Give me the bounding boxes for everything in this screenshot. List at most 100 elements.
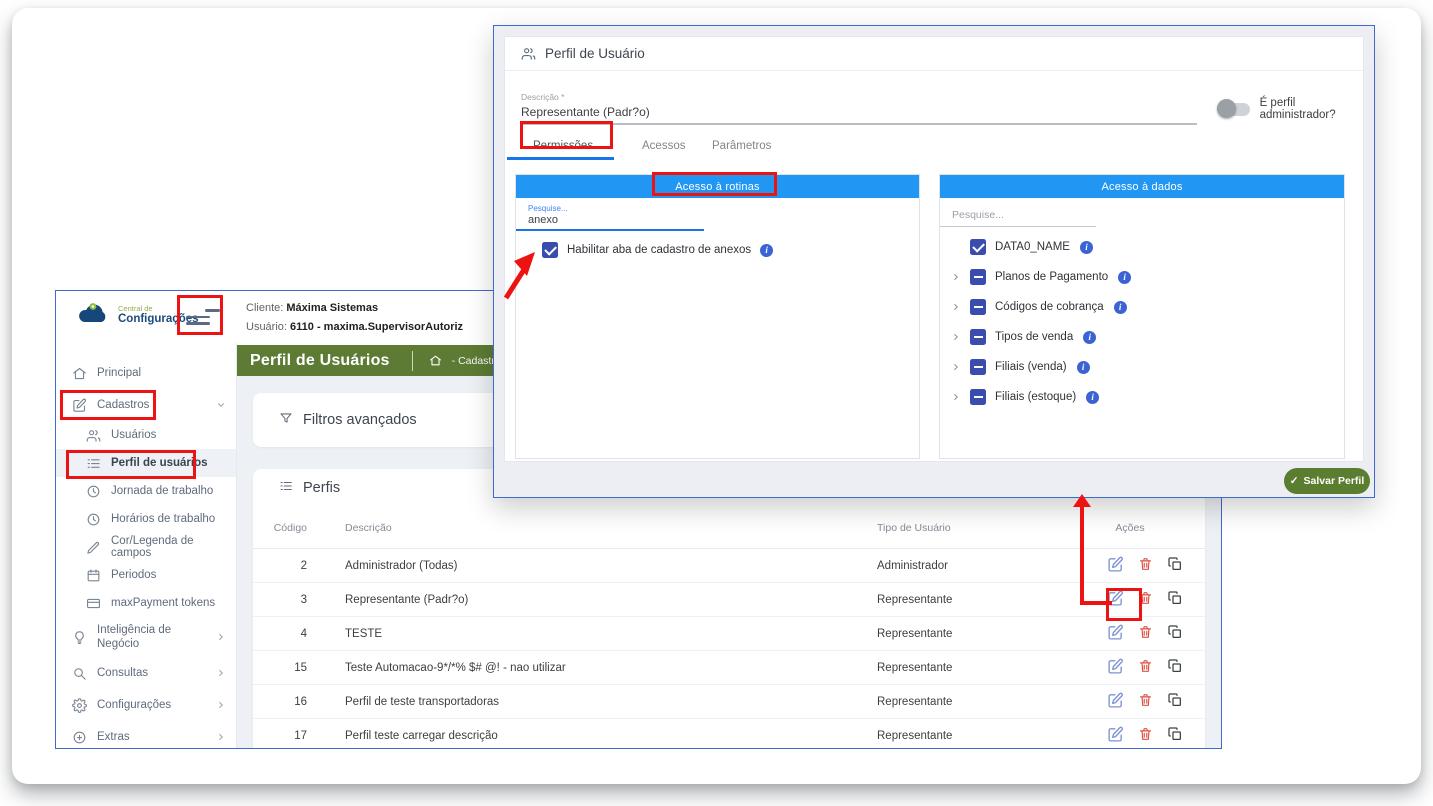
edit-button[interactable] xyxy=(1107,590,1124,610)
edit-button[interactable] xyxy=(1107,658,1124,678)
sidebar-item-jornada-de-trabalho[interactable]: Jornada de trabalho xyxy=(56,477,236,505)
list-icon xyxy=(279,479,293,497)
tree-checkbox[interactable] xyxy=(970,329,986,345)
routine-checkbox[interactable] xyxy=(542,242,558,258)
info-icon[interactable]: i xyxy=(1113,300,1127,314)
cell-codigo: 3 xyxy=(300,593,307,606)
copy-button[interactable] xyxy=(1167,624,1183,643)
edit-button[interactable] xyxy=(1107,624,1124,644)
clock-icon xyxy=(86,512,101,527)
copy-button[interactable] xyxy=(1167,590,1183,609)
delete-button[interactable] xyxy=(1138,556,1153,575)
description-input[interactable]: Representante (Padr?o) xyxy=(521,105,650,119)
tree-item-filiais-estoque[interactable]: Filiais (estoque) i xyxy=(948,382,1336,412)
tree-item-codigos-de-cobranca[interactable]: Códigos de cobrança i xyxy=(948,292,1336,322)
save-profile-label: Salvar Perfil xyxy=(1303,475,1365,487)
sidebar-item-horarios-de-trabalho[interactable]: Horários de trabalho xyxy=(56,505,236,533)
routines-search-input[interactable]: anexo xyxy=(528,214,558,226)
delete-button[interactable] xyxy=(1138,726,1153,745)
chevron-right-icon[interactable] xyxy=(948,302,964,312)
tree-checkbox[interactable] xyxy=(970,269,986,285)
edit-icon xyxy=(1107,624,1124,644)
table-header: Código Descrição Tipo de Usuário Ações xyxy=(253,507,1205,549)
tab-acessos[interactable]: Acessos xyxy=(642,133,685,159)
edit-button[interactable] xyxy=(1107,692,1124,712)
app-logo: Central de Configurações xyxy=(76,300,199,331)
edit-button[interactable] xyxy=(1107,556,1124,576)
sidebar-item-label: Periodos xyxy=(111,569,157,581)
info-icon[interactable]: i xyxy=(1079,240,1093,254)
cell-tipo: Representante xyxy=(877,661,953,674)
modal-tabs: Permissões Acessos Parâmetros xyxy=(505,133,1363,159)
client-value: Máxima Sistemas xyxy=(286,302,379,314)
cell-acoes xyxy=(1055,590,1205,610)
data-search-input[interactable]: Pesquise... xyxy=(952,209,1004,221)
col-codigo: Código xyxy=(273,521,307,534)
sidebar-item-configuracoes[interactable]: Configurações xyxy=(56,689,236,721)
clock-icon xyxy=(86,484,101,499)
trash-icon xyxy=(1138,726,1153,745)
chevron-right-icon[interactable] xyxy=(948,332,964,342)
chevron-right-icon[interactable] xyxy=(948,362,964,372)
cell-acoes xyxy=(1055,624,1205,644)
copy-button[interactable] xyxy=(1167,726,1183,745)
sidebar-item-label: Perfil de usuários xyxy=(111,457,208,469)
copy-button[interactable] xyxy=(1167,556,1183,575)
tree-checkbox[interactable] xyxy=(970,299,986,315)
tab-permissoes[interactable]: Permissões xyxy=(533,133,593,159)
chevron-right-icon[interactable] xyxy=(948,272,964,282)
sidebar-item-inteligencia-de-negocio[interactable]: Inteligência de Negócio xyxy=(56,617,236,657)
home-icon[interactable] xyxy=(429,354,442,367)
sidebar-item-cadastros[interactable]: Cadastros xyxy=(56,389,236,421)
tree-item-data0-name[interactable]: DATA0_NAME i xyxy=(948,232,1336,262)
sidebar-item-maxpayment-tokens[interactable]: maxPayment tokens xyxy=(56,589,236,617)
table-row-16: 16 Perfil de teste transportadoras Represe… xyxy=(253,685,1205,719)
profiles-title: Perfis xyxy=(303,480,341,496)
toggle-track[interactable] xyxy=(1217,99,1250,118)
table-row-17: 17 Perfil teste carregar descrição Represe… xyxy=(253,719,1205,748)
tree-item-tipos-de-venda[interactable]: Tipos de venda i xyxy=(948,322,1336,352)
bulb-icon xyxy=(72,630,87,645)
tab-parametros[interactable]: Parâmetros xyxy=(712,133,771,159)
info-icon[interactable]: i xyxy=(1076,360,1090,374)
profile-modal-card: Perfil de Usuário Descrição * Representa… xyxy=(504,36,1364,462)
info-icon[interactable]: i xyxy=(1083,330,1097,344)
delete-button[interactable] xyxy=(1138,624,1153,643)
save-profile-button[interactable]: ✓ Salvar Perfil xyxy=(1284,468,1370,494)
copy-icon xyxy=(1167,624,1183,643)
edit-icon xyxy=(1107,658,1124,678)
sidebar-item-consultas[interactable]: Consultas xyxy=(56,657,236,689)
delete-button[interactable] xyxy=(1138,590,1153,609)
modal-title-row: Perfil de Usuário xyxy=(505,37,1363,71)
admin-toggle-label: É perfil administrador? xyxy=(1259,97,1336,121)
copy-button[interactable] xyxy=(1167,658,1183,677)
cell-codigo: 17 xyxy=(294,729,307,742)
info-icon[interactable]: i xyxy=(760,243,774,257)
tree-checkbox[interactable] xyxy=(970,239,986,255)
sidebar-item-usuarios[interactable]: Usuários xyxy=(56,421,236,449)
delete-button[interactable] xyxy=(1138,658,1153,677)
copy-icon xyxy=(1167,590,1183,609)
sidebar-item-perfil-de-usuarios[interactable]: Perfil de usuários xyxy=(56,449,236,477)
routine-label: Habilitar aba de cadastro de anexos xyxy=(567,244,752,256)
sidebar-item-cor-legenda-de-campos[interactable]: Cor/Legenda de campos xyxy=(56,533,236,561)
cell-tipo: Representante xyxy=(877,593,953,606)
edit-button[interactable] xyxy=(1107,726,1124,746)
admin-toggle[interactable]: É perfil administrador? xyxy=(1217,97,1363,121)
tree-checkbox[interactable] xyxy=(970,359,986,375)
copy-button[interactable] xyxy=(1167,692,1183,711)
delete-button[interactable] xyxy=(1138,692,1153,711)
sidebar-item-periodos[interactable]: Periodos xyxy=(56,561,236,589)
chevron-right-icon[interactable] xyxy=(948,392,964,402)
funnel-icon xyxy=(279,411,293,429)
tree-item-filiais-venda[interactable]: Filiais (venda) i xyxy=(948,352,1336,382)
tree-checkbox[interactable] xyxy=(970,389,986,405)
menu-toggle-button[interactable] xyxy=(186,305,220,329)
col-descricao: Descrição xyxy=(345,521,392,534)
info-icon[interactable]: i xyxy=(1118,270,1132,284)
tree-item-planos-de-pagamento[interactable]: Planos de Pagamento i xyxy=(948,262,1336,292)
sidebar-item-extras[interactable]: Extras xyxy=(56,721,236,748)
info-icon[interactable]: i xyxy=(1086,390,1100,404)
page-title: Perfil de Usuários xyxy=(250,351,390,369)
sidebar-item-principal[interactable]: Principal xyxy=(56,357,236,389)
